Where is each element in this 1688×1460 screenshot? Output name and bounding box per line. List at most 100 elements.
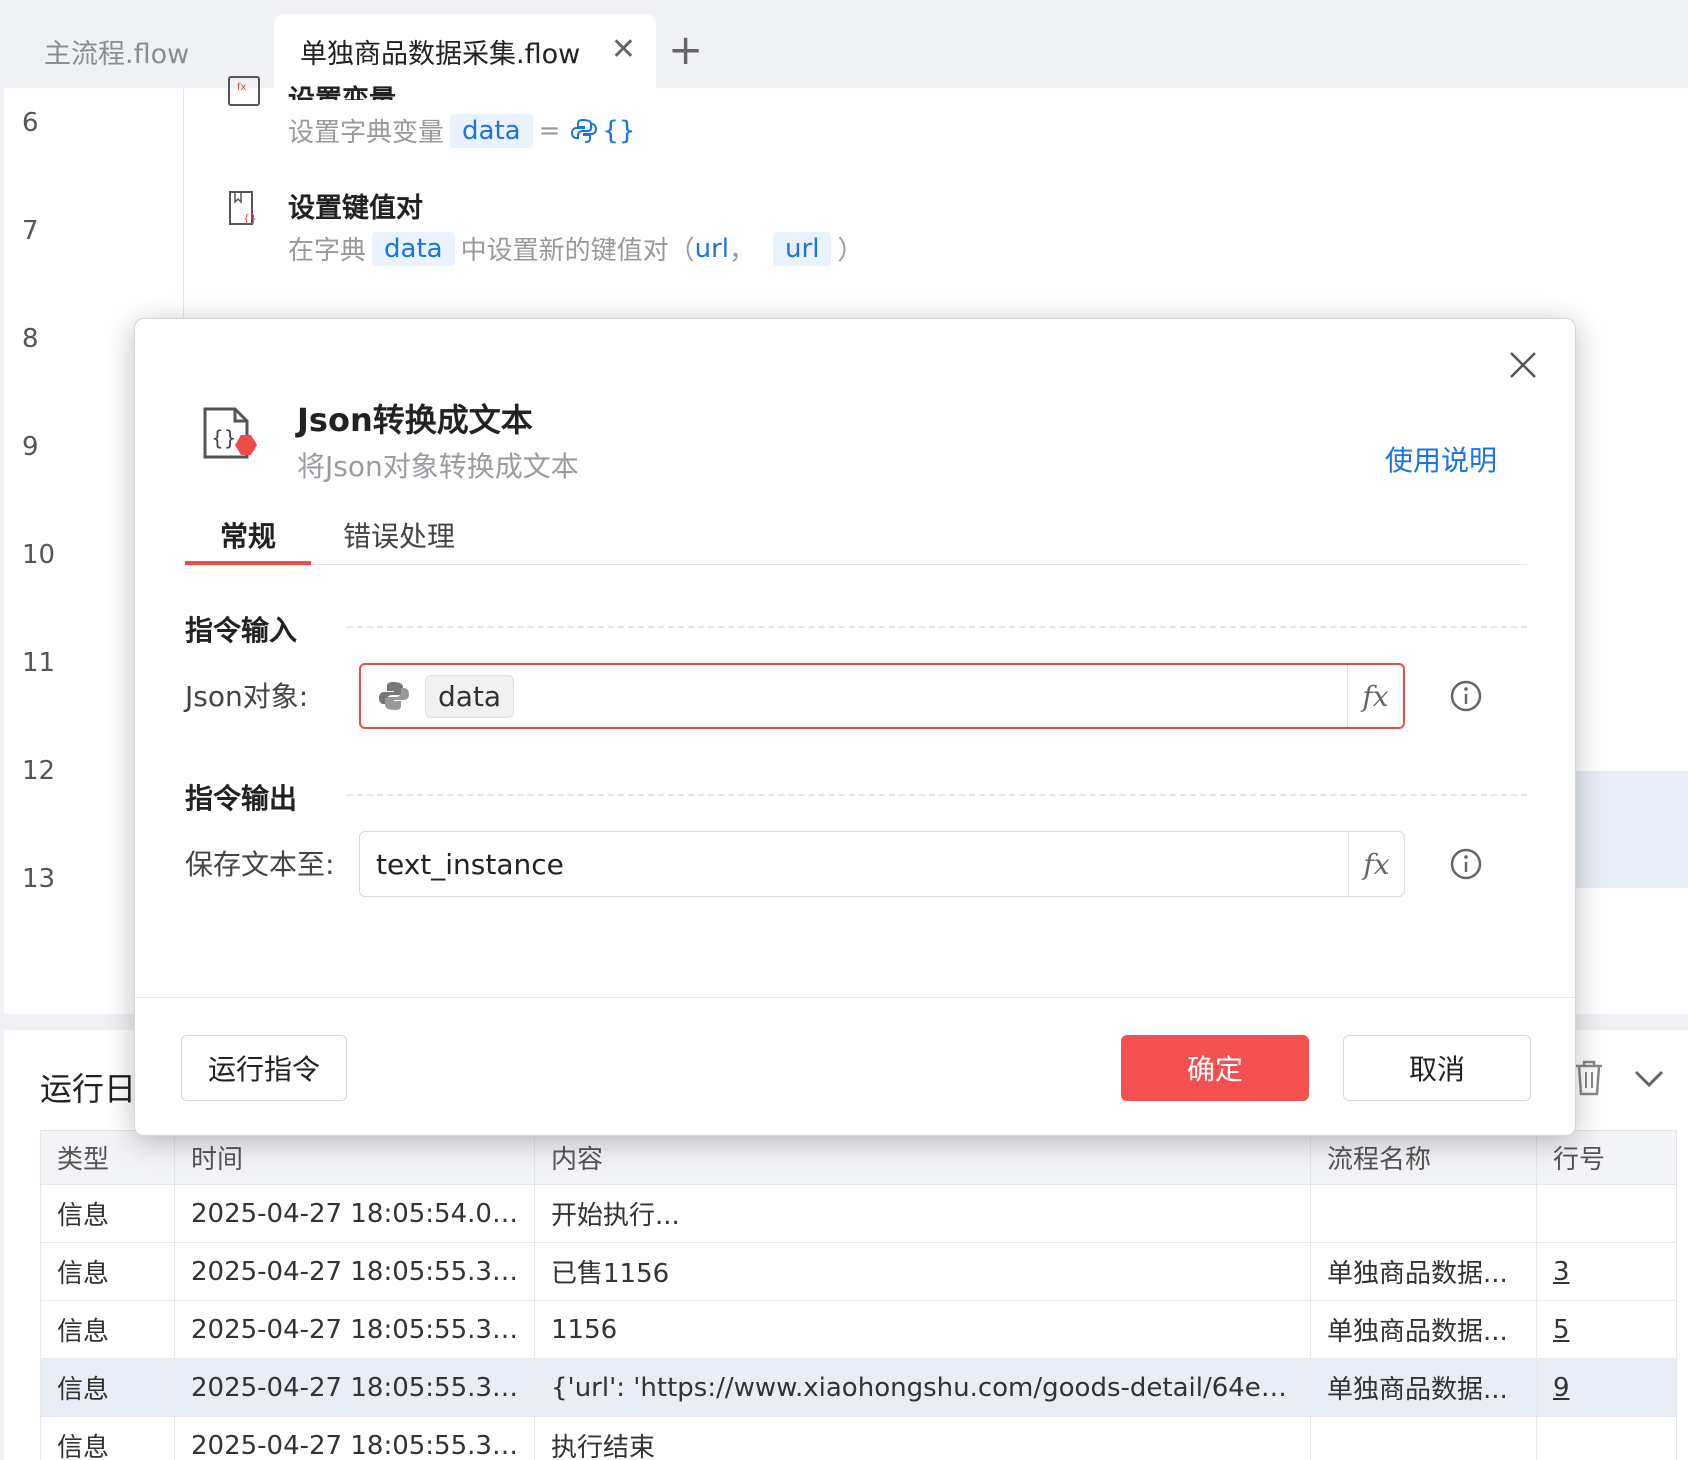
- cell-time: 2025-04-27 18:05:55.377: [174, 1358, 535, 1417]
- cell-content: 1156: [534, 1300, 1311, 1359]
- input-value: text_instance: [376, 847, 564, 881]
- col-flow: 流程名称: [1310, 1130, 1537, 1185]
- col-content: 内容: [534, 1130, 1311, 1185]
- info-icon[interactable]: [1449, 679, 1483, 713]
- table-row[interactable]: 信息 2025-04-27 18:05:55.376 1156 单独商品数据..…: [40, 1300, 1677, 1359]
- json-icon: {}: [203, 407, 257, 459]
- desc-text: 中设置新的键值对（: [460, 236, 695, 266]
- cell-content: {'url': 'https://www.xiaohongshu.com/goo…: [534, 1358, 1311, 1417]
- value-chip: url: [773, 231, 832, 266]
- footer-divider: [135, 997, 1575, 998]
- cell-content: 开始执行...: [534, 1184, 1311, 1243]
- trash-icon[interactable]: [1572, 1058, 1606, 1098]
- cell-type: 信息: [40, 1416, 175, 1460]
- step-desc: 在字典 data 中设置新的键值对（ url ， url ）: [288, 230, 863, 267]
- fx-button[interactable]: fx: [1347, 665, 1403, 727]
- cell-line[interactable]: 3: [1536, 1242, 1677, 1301]
- comma-text: ，: [729, 236, 756, 266]
- tab-general[interactable]: 常规: [185, 515, 311, 565]
- python-icon: [379, 682, 409, 710]
- cell-flow: [1310, 1184, 1537, 1243]
- tab-label: 单独商品数据采集.flow: [300, 38, 581, 70]
- line-number: 9: [22, 432, 39, 462]
- section-divider: [347, 794, 1527, 796]
- cell-flow: 单独商品数据...: [1310, 1358, 1537, 1417]
- svg-text:{}: {}: [211, 426, 236, 450]
- save-text-input[interactable]: text_instance fx: [359, 831, 1405, 897]
- cell-line[interactable]: 5: [1536, 1300, 1677, 1359]
- cell-time: 2025-04-27 18:05:55.395: [174, 1416, 535, 1460]
- fx-button[interactable]: fx: [1348, 832, 1404, 896]
- line-number: 12: [22, 756, 56, 786]
- json-to-text-dialog: {} Json转换成文本 将Json对象转换成文本 使用说明 常规 错误处理 指…: [134, 318, 1576, 1136]
- dialog-subtitle: 将Json对象转换成文本: [297, 450, 579, 483]
- line-number: 7: [22, 216, 39, 246]
- key-text: url: [694, 233, 730, 264]
- line-number: 6: [22, 108, 39, 138]
- value-text: {}: [602, 115, 636, 146]
- cell-flow: [1310, 1416, 1537, 1460]
- line-number: 10: [22, 540, 56, 570]
- section-divider: [347, 626, 1527, 628]
- chevron-down-icon[interactable]: [1632, 1066, 1666, 1092]
- close-icon[interactable]: [1507, 349, 1539, 381]
- col-line: 行号: [1536, 1130, 1677, 1185]
- step-desc: 设置字典变量 data = {}: [288, 112, 635, 149]
- python-icon: [571, 118, 598, 143]
- json-object-input[interactable]: data fx: [359, 663, 1405, 729]
- equals-sign: =: [538, 115, 561, 146]
- run-command-button[interactable]: 运行指令: [181, 1035, 347, 1101]
- col-type: 类型: [40, 1130, 175, 1185]
- log-title: 运行日: [40, 1070, 137, 1108]
- cell-content: 执行结束: [534, 1416, 1311, 1460]
- cell-line[interactable]: [1536, 1184, 1677, 1243]
- step-set-key-value[interactable]: {} 设置键值对 在字典 data 中设置新的键值对（ url ， url ）: [226, 190, 1026, 270]
- help-link[interactable]: 使用说明: [1385, 439, 1497, 479]
- variable-chip[interactable]: data: [425, 674, 515, 718]
- desc-text: 设置字典变量: [288, 118, 445, 148]
- plus-icon[interactable]: +: [668, 22, 703, 78]
- dialog-title: Json转换成文本: [297, 401, 533, 439]
- cell-time: 2025-04-27 18:05:55.376: [174, 1300, 535, 1359]
- cell-line[interactable]: 9: [1536, 1358, 1677, 1417]
- cell-time: 2025-04-27 18:05:55.375: [174, 1242, 535, 1301]
- table-row[interactable]: 信息 2025-04-27 18:05:54.077 开始执行...: [40, 1184, 1677, 1243]
- var-chip: data: [450, 113, 533, 148]
- info-icon[interactable]: [1449, 847, 1483, 881]
- dict-icon: {}: [229, 191, 257, 225]
- cell-type: 信息: [40, 1358, 175, 1417]
- table-header: 类型 时间 内容 流程名称 行号: [40, 1130, 1677, 1185]
- step-title: 设置键值对: [288, 193, 423, 224]
- input-value: data: [377, 665, 515, 727]
- step-set-variable[interactable]: fx 设置变量 设置字典变量 data = {}: [226, 74, 926, 154]
- tab-error-handling[interactable]: 错误处理: [343, 515, 455, 555]
- step-title: 设置变量: [288, 78, 396, 100]
- line-number: 8: [22, 324, 39, 354]
- cell-flow: 单独商品数据...: [1310, 1300, 1537, 1359]
- svg-text:fx: fx: [237, 82, 247, 93]
- confirm-button[interactable]: 确定: [1121, 1035, 1309, 1101]
- line-number: 13: [22, 864, 56, 894]
- close-icon[interactable]: ✕: [611, 32, 636, 67]
- tab-main-flow[interactable]: 主流程.flow: [44, 14, 189, 88]
- svg-text:{}: {}: [243, 212, 257, 225]
- line-number: 11: [22, 648, 56, 678]
- table-row[interactable]: 信息 2025-04-27 18:05:55.377 {'url': 'http…: [40, 1358, 1677, 1417]
- cancel-button[interactable]: 取消: [1343, 1035, 1531, 1101]
- col-time: 时间: [174, 1130, 535, 1185]
- cell-type: 信息: [40, 1300, 175, 1359]
- table-row[interactable]: 信息 2025-04-27 18:05:55.375 已售1156 单独商品数据…: [40, 1242, 1677, 1301]
- cell-content: 已售1156: [534, 1242, 1311, 1301]
- table-row[interactable]: 信息 2025-04-27 18:05:55.395 执行结束: [40, 1416, 1677, 1460]
- variable-icon: fx: [228, 76, 260, 106]
- json-object-label: Json对象:: [185, 680, 309, 713]
- cell-flow: 单独商品数据...: [1310, 1242, 1537, 1301]
- log-table: 类型 时间 内容 流程名称 行号 信息 2025-04-27 18:05:54.…: [40, 1130, 1677, 1460]
- section-input-title: 指令输入: [185, 614, 298, 647]
- desc-text: ）: [837, 236, 864, 266]
- save-text-label: 保存文本至:: [185, 848, 335, 881]
- cell-line[interactable]: [1536, 1416, 1677, 1460]
- section-output-title: 指令输出: [185, 782, 298, 815]
- desc-text: 在字典: [288, 236, 367, 266]
- cell-time: 2025-04-27 18:05:54.077: [174, 1184, 535, 1243]
